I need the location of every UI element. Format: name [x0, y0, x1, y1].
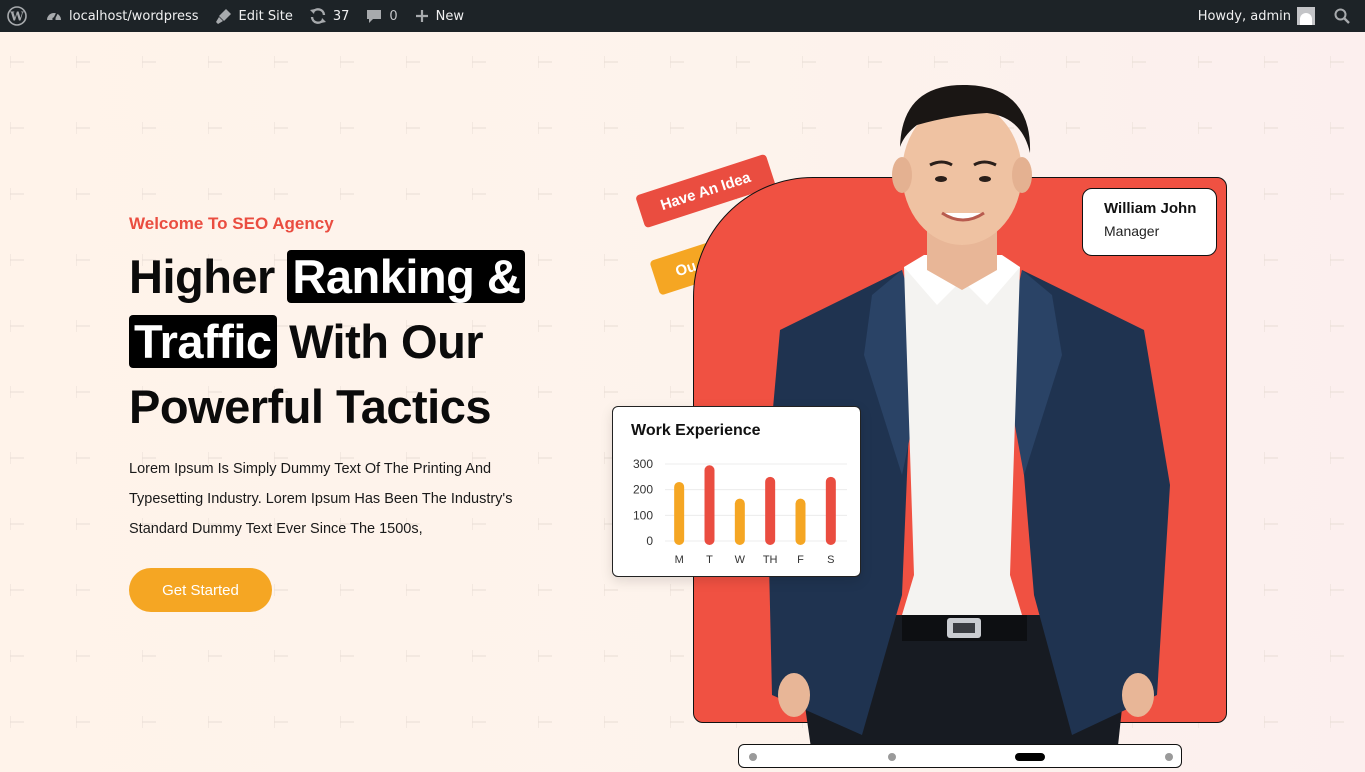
edit-site-link[interactable]: Edit Site — [207, 0, 301, 32]
get-started-button[interactable]: Get Started — [129, 568, 272, 612]
chart-y-tick-label: 100 — [633, 508, 653, 522]
search-icon — [1334, 8, 1350, 24]
comments-count: 0 — [389, 8, 398, 24]
hero-description: Lorem Ipsum Is Simply Dummy Text Of The … — [129, 461, 513, 537]
chart-bar-t — [704, 465, 715, 545]
headline-highlight-2: Traffic — [129, 315, 277, 368]
manager-photo — [767, 84, 1170, 755]
chart-y-tick-label: 0 — [646, 534, 653, 548]
avatar — [1297, 7, 1315, 25]
welcome-subtitle: Welcome To SEO Agency — [129, 214, 334, 233]
dashboard-icon — [47, 12, 61, 21]
headline-highlight-1: Ranking & — [287, 250, 526, 303]
chart-x-tick-label: F — [797, 554, 804, 566]
chart-bar-th — [765, 476, 776, 545]
hero-section: Welcome To SEO Agency Higher Ranking & Tr… — [0, 32, 1365, 772]
chart-x-tick-label: W — [735, 554, 746, 566]
comments-link[interactable]: 0 — [357, 0, 405, 32]
person-name: William John — [1104, 200, 1197, 217]
name-card: William John Manager — [1082, 188, 1217, 256]
howdy-label: Howdy, admin — [1197, 8, 1291, 24]
chart-bar-m — [674, 481, 685, 545]
chart-bar-f — [795, 498, 806, 545]
admin-bar: W localhost/wordpress Edit Site 37 0 New… — [0, 0, 1365, 32]
plus-icon — [415, 10, 428, 22]
search-button[interactable] — [1323, 0, 1365, 32]
work-experience-chart: 0 100 200 300 M T W TH F S — [633, 457, 847, 566]
chart-y-tick-label: 200 — [633, 483, 653, 497]
new-content-link[interactable]: New — [406, 0, 472, 32]
chart-x-tick-label: S — [827, 554, 834, 566]
new-label: New — [435, 8, 465, 24]
chart-x-tick-label: TH — [763, 554, 778, 566]
chart-bar-w — [734, 498, 745, 545]
site-name-link[interactable]: localhost/wordpress — [37, 0, 207, 32]
brush-icon — [215, 9, 231, 24]
carousel-pagination — [738, 744, 1182, 768]
chart-y-tick-label: 300 — [633, 457, 653, 471]
wordpress-logo-button[interactable]: W — [0, 0, 37, 32]
wordpress-icon: W — [7, 6, 27, 26]
svg-text:W: W — [9, 10, 24, 24]
account-menu[interactable]: Howdy, admin — [1190, 0, 1323, 32]
chart-bar-s — [825, 476, 836, 545]
site-name-label: localhost/wordpress — [69, 8, 199, 24]
carousel-dot[interactable] — [887, 753, 896, 761]
updates-icon — [309, 8, 326, 24]
comment-icon — [367, 10, 382, 23]
hero-headline: Higher Ranking & Traffic With Our Powerfu… — [129, 244, 559, 439]
updates-link[interactable]: 37 — [301, 0, 358, 32]
carousel-dot[interactable] — [749, 753, 757, 761]
chart-x-tick-label: M — [675, 554, 684, 566]
updates-count: 37 — [332, 8, 350, 24]
carousel-dot[interactable] — [1165, 753, 1173, 761]
chart-x-tick-label: T — [706, 554, 713, 566]
edit-site-label: Edit Site — [238, 8, 293, 24]
carousel-dot[interactable] — [1015, 753, 1046, 761]
work-experience-card: Work Experience 0 100 200 300 M T W TH F S — [612, 406, 861, 577]
headline-part-1: Higher — [129, 250, 288, 303]
person-role: Manager — [1104, 223, 1160, 239]
